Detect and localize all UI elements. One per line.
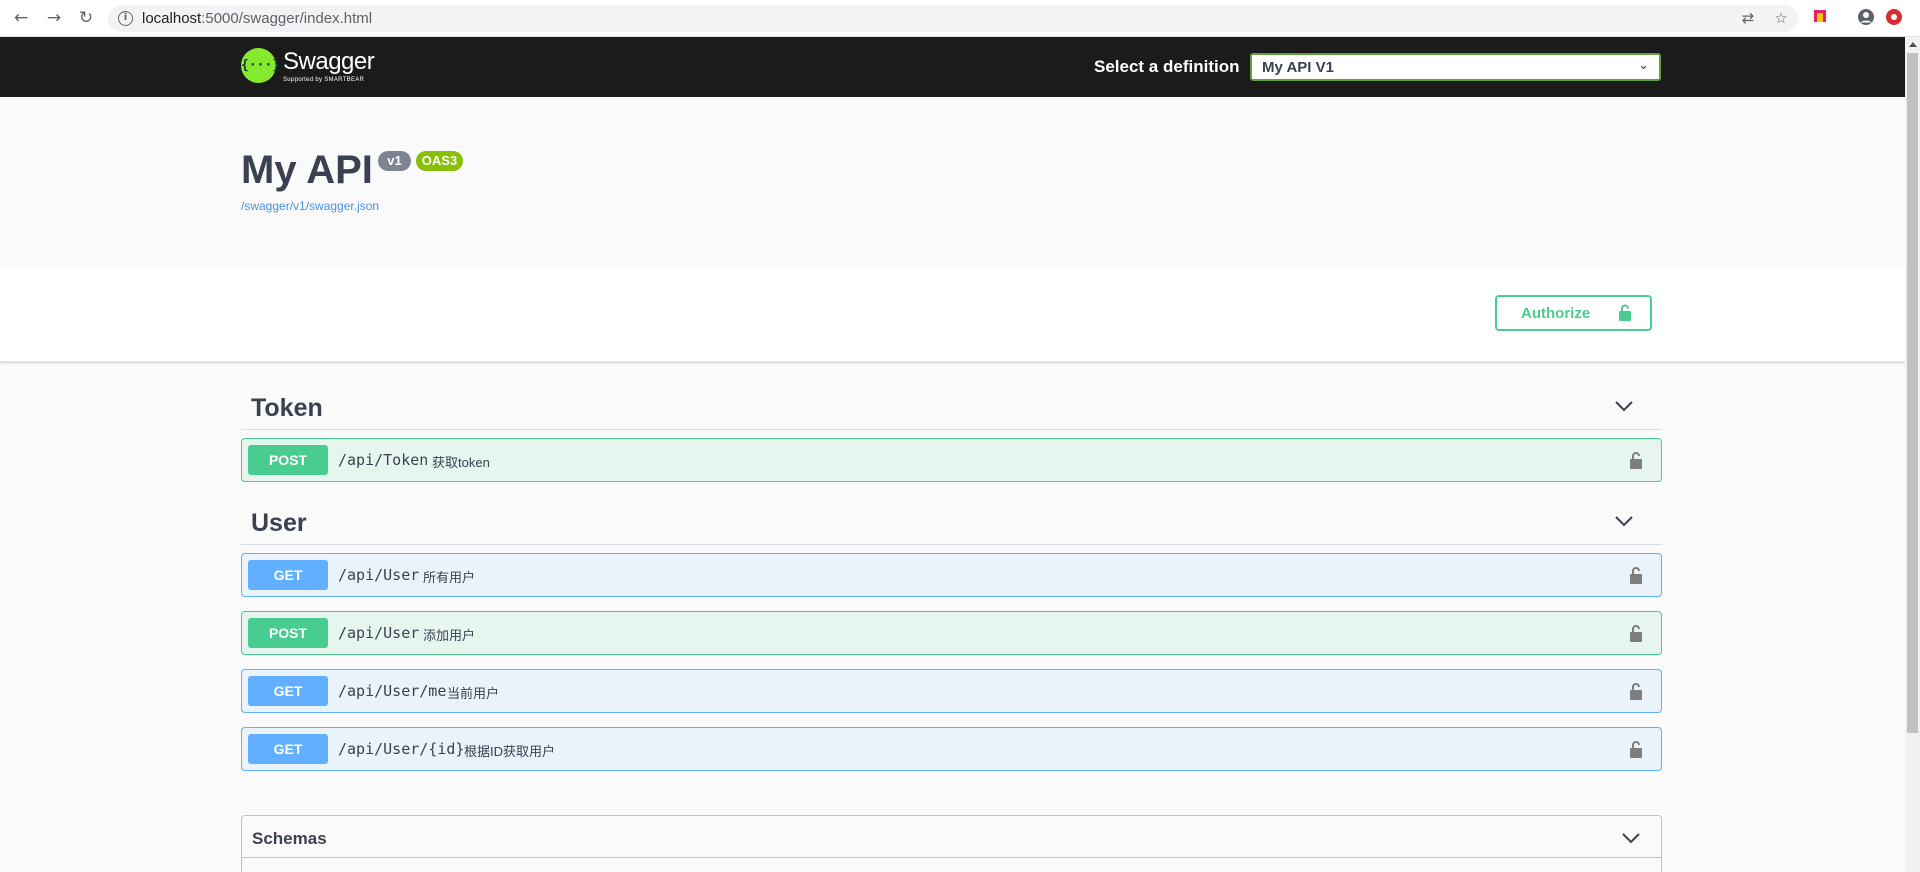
- operation-post-user[interactable]: POST /api/User 添加用户: [241, 611, 1662, 655]
- url-text[interactable]: localhost:5000/swagger/index.html: [142, 10, 372, 27]
- spec-link[interactable]: /swagger/v1/swagger.json: [241, 199, 379, 213]
- authorize-label: Authorize: [1521, 305, 1591, 322]
- operation-path: /api/Token: [338, 451, 429, 469]
- unlock-icon: [1619, 304, 1631, 321]
- version-badge: v1: [378, 151, 411, 171]
- bookmark-star-icon[interactable]: ☆: [1771, 8, 1791, 28]
- operation-summary: 所有用户: [423, 570, 476, 585]
- schemas-divider: [242, 857, 1661, 858]
- chevron-down-icon: ⌄: [1638, 58, 1649, 73]
- chevron-down-icon: [1615, 516, 1633, 527]
- definition-label: Select a definition: [1094, 57, 1240, 76]
- swagger-topbar: {···} Swagger Supported by SMARTBEAR Sel…: [0, 37, 1905, 97]
- operation-summary: 获取token: [432, 455, 490, 470]
- api-info: My API v1 OAS3 /swagger/v1/swagger.json: [0, 97, 1905, 265]
- scheme-container: Authorize: [0, 265, 1905, 362]
- lock-icon[interactable]: [1629, 451, 1643, 469]
- method-badge: POST: [248, 618, 328, 648]
- operation-path: /api/User: [338, 566, 420, 584]
- extension-icon[interactable]: [1810, 8, 1830, 28]
- scroll-thumb[interactable]: [1907, 53, 1918, 733]
- tag-header-user[interactable]: User: [241, 497, 1662, 545]
- forward-icon[interactable]: →: [43, 7, 65, 29]
- chevron-down-icon: [1622, 833, 1640, 844]
- operation-summary: 当前用户: [447, 686, 500, 701]
- operation-path: /api/User/{id}: [338, 740, 465, 758]
- definition-select-value: My API V1: [1262, 59, 1334, 76]
- operation-path: /api/User: [338, 624, 420, 642]
- reload-icon[interactable]: ↻: [75, 7, 97, 29]
- operation-path: /api/User/me: [338, 682, 447, 700]
- site-info-icon[interactable]: i: [118, 11, 133, 26]
- method-badge: POST: [248, 445, 328, 475]
- method-badge: GET: [248, 676, 328, 706]
- tag-name: User: [251, 509, 307, 537]
- chevron-down-icon: [1615, 401, 1633, 412]
- back-icon[interactable]: ←: [10, 7, 32, 29]
- operation-summary: 根据ID获取用户: [464, 744, 556, 759]
- method-badge: GET: [248, 560, 328, 590]
- swagger-logo-text[interactable]: Swagger: [283, 48, 375, 76]
- page-scrollbar[interactable]: [1905, 37, 1920, 872]
- lock-icon[interactable]: [1629, 624, 1643, 642]
- api-title: My API: [241, 148, 373, 192]
- swagger-logo-icon[interactable]: {···}: [241, 48, 280, 83]
- browser-toolbar: ← → ↻ i localhost:5000/swagger/index.htm…: [0, 0, 1920, 37]
- smartbear-label: Supported by SMARTBEAR: [283, 77, 365, 83]
- lock-icon[interactable]: [1629, 740, 1643, 758]
- operation-get-current-user[interactable]: GET /api/User/me 当前用户: [241, 669, 1662, 713]
- scroll-up-icon[interactable]: [1909, 42, 1917, 47]
- operation-get-users[interactable]: GET /api/User 所有用户: [241, 553, 1662, 597]
- translate-icon[interactable]: ⇄: [1738, 8, 1758, 28]
- authorize-button[interactable]: Authorize: [1495, 295, 1652, 331]
- oas-badge: OAS3: [416, 151, 463, 171]
- operation-post-token[interactable]: POST /api/Token 获取token: [241, 438, 1662, 482]
- address-bar[interactable]: i localhost:5000/swagger/index.html: [108, 5, 1798, 32]
- profile-icon[interactable]: [1856, 8, 1876, 28]
- lock-icon[interactable]: [1629, 682, 1643, 700]
- method-badge: GET: [248, 734, 328, 764]
- tag-name: Token: [251, 394, 323, 422]
- operation-summary: 添加用户: [423, 628, 476, 643]
- definition-select[interactable]: My API V1 ⌄: [1250, 53, 1661, 81]
- tag-header-token[interactable]: Token: [241, 382, 1662, 430]
- schemas-section[interactable]: Schemas: [241, 815, 1662, 872]
- operation-get-user-by-id[interactable]: GET /api/User/{id} 根据ID获取用户: [241, 727, 1662, 771]
- schemas-title: Schemas: [252, 829, 327, 848]
- lock-icon[interactable]: [1629, 566, 1643, 584]
- extension-red-icon[interactable]: [1884, 8, 1904, 28]
